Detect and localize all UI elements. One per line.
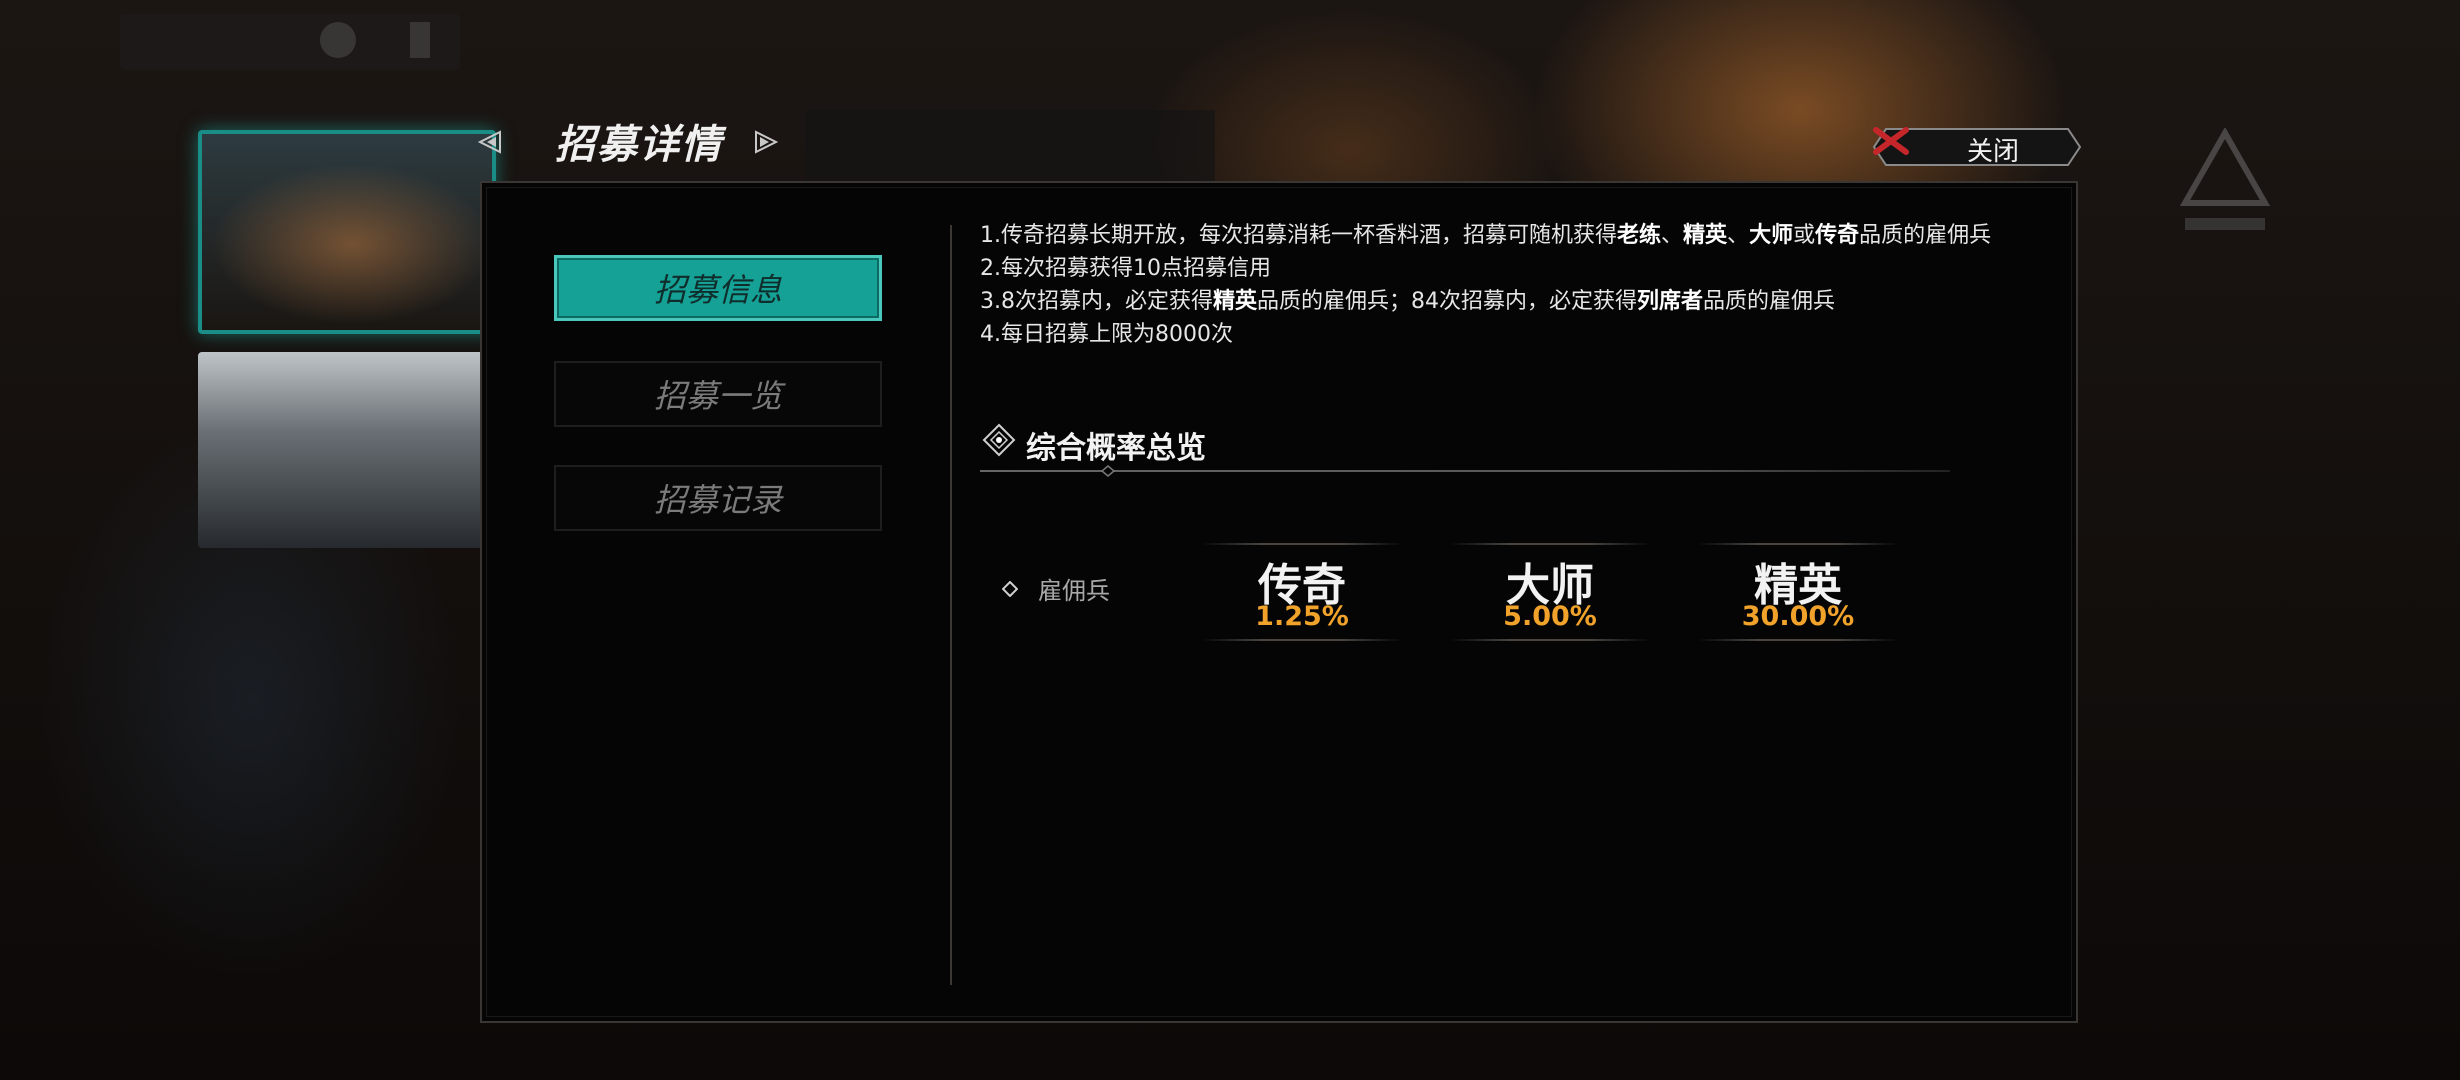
- rule-3: 3.8次招募内，必定获得精英品质的雇佣兵；84次招募内，必定获得列席者品质的雇佣…: [980, 285, 2040, 318]
- bg-help-icon: [410, 22, 430, 58]
- rule-2: 2.每次招募获得10点招募信用: [980, 256, 1271, 281]
- rule-highlight: 大师: [1749, 223, 1794, 248]
- rule-text: 品质的雇佣兵: [1703, 289, 1836, 314]
- bg-triangle-icon: [320, 22, 356, 58]
- close-button-label: 关闭: [1967, 137, 2020, 167]
- rate-percent: 5.00%: [1503, 601, 1597, 632]
- rate-master: 大师 5.00%: [1450, 543, 1650, 641]
- content-divider: [950, 225, 952, 985]
- diamond-outline-icon: [1002, 580, 1018, 597]
- rate-bottom-line: [1202, 639, 1402, 641]
- rate-legendary: 传奇 1.25%: [1202, 543, 1402, 641]
- page-title: 招募详情: [555, 121, 723, 168]
- banner-card-legend: [198, 130, 496, 334]
- tab-label: 招募记录: [653, 481, 782, 519]
- tab-label: 招募一览: [653, 377, 782, 415]
- rule-text: 、: [1661, 223, 1684, 248]
- bg-tip-box: [805, 110, 1215, 182]
- rule-highlight: 老练: [1617, 223, 1662, 248]
- rule-text: 品质的雇佣兵: [1859, 223, 1992, 248]
- rule-highlight: 精英: [1683, 223, 1728, 248]
- rate-elite: 精英 30.00%: [1698, 543, 1898, 641]
- row-label-text: 雇佣兵: [1038, 577, 1110, 605]
- rate-bottom-line: [1450, 639, 1650, 641]
- rule-text: 品质的雇佣兵；84次招募内，必定获得: [1257, 289, 1638, 314]
- rate-top-line: [1450, 543, 1650, 545]
- rule-highlight: 列席者: [1637, 289, 1704, 314]
- rate-top-line: [1698, 543, 1898, 545]
- close-button[interactable]: 关闭: [1872, 127, 2082, 167]
- rule-1: 1.传奇招募长期开放，每次招募消耗一杯香料酒，招募可随机获得老练、精英、大师或传…: [980, 219, 2040, 252]
- rate-top-line: [1202, 543, 1402, 545]
- top-resource-bar: [120, 14, 460, 70]
- triangle-left-icon[interactable]: [476, 128, 504, 156]
- x-mark-icon: [1873, 127, 1909, 155]
- section-underline: [980, 465, 1950, 477]
- rule-highlight: 传奇: [1815, 223, 1860, 248]
- rate-percent: 30.00%: [1741, 601, 1855, 632]
- rule-text: 1.传奇招募长期开放，每次招募消耗一杯香料酒，招募可随机获得: [980, 223, 1617, 248]
- section-title-text: 综合概率总览: [1026, 431, 1206, 466]
- rule-text: 、: [1727, 223, 1750, 248]
- tab-recruit-records[interactable]: 招募记录: [554, 465, 882, 531]
- triangle-right-icon[interactable]: [752, 128, 780, 156]
- tab-recruit-overview[interactable]: 招募一览: [554, 361, 882, 427]
- mercenary-row-label: 雇佣兵: [1002, 571, 1110, 606]
- tab-recruit-info[interactable]: 招募信息: [554, 255, 882, 321]
- bg-emblem-icon: [2180, 128, 2270, 230]
- tab-label: 招募信息: [653, 271, 782, 309]
- diamond-icon: [982, 423, 1016, 457]
- rule-text: 3.8次招募内，必定获得: [980, 289, 1213, 314]
- rule-4: 4.每日招募上限为8000次: [980, 322, 1233, 347]
- rate-bottom-line: [1698, 639, 1898, 641]
- rule-highlight: 精英: [1213, 289, 1258, 314]
- recruit-detail-panel: 招募信息 招募一览 招募记录 1.传奇招募长期开放，每次招募消耗一杯香料酒，招募…: [480, 181, 2078, 1023]
- banner-card-second: [198, 352, 488, 548]
- rate-percent: 1.25%: [1255, 601, 1349, 632]
- recruit-rules: 1.传奇招募长期开放，每次招募消耗一杯香料酒，招募可随机获得老练、精英、大师或传…: [980, 219, 2040, 351]
- rule-text: 或: [1793, 223, 1816, 248]
- probability-section-title: 综合概率总览: [980, 419, 1950, 466]
